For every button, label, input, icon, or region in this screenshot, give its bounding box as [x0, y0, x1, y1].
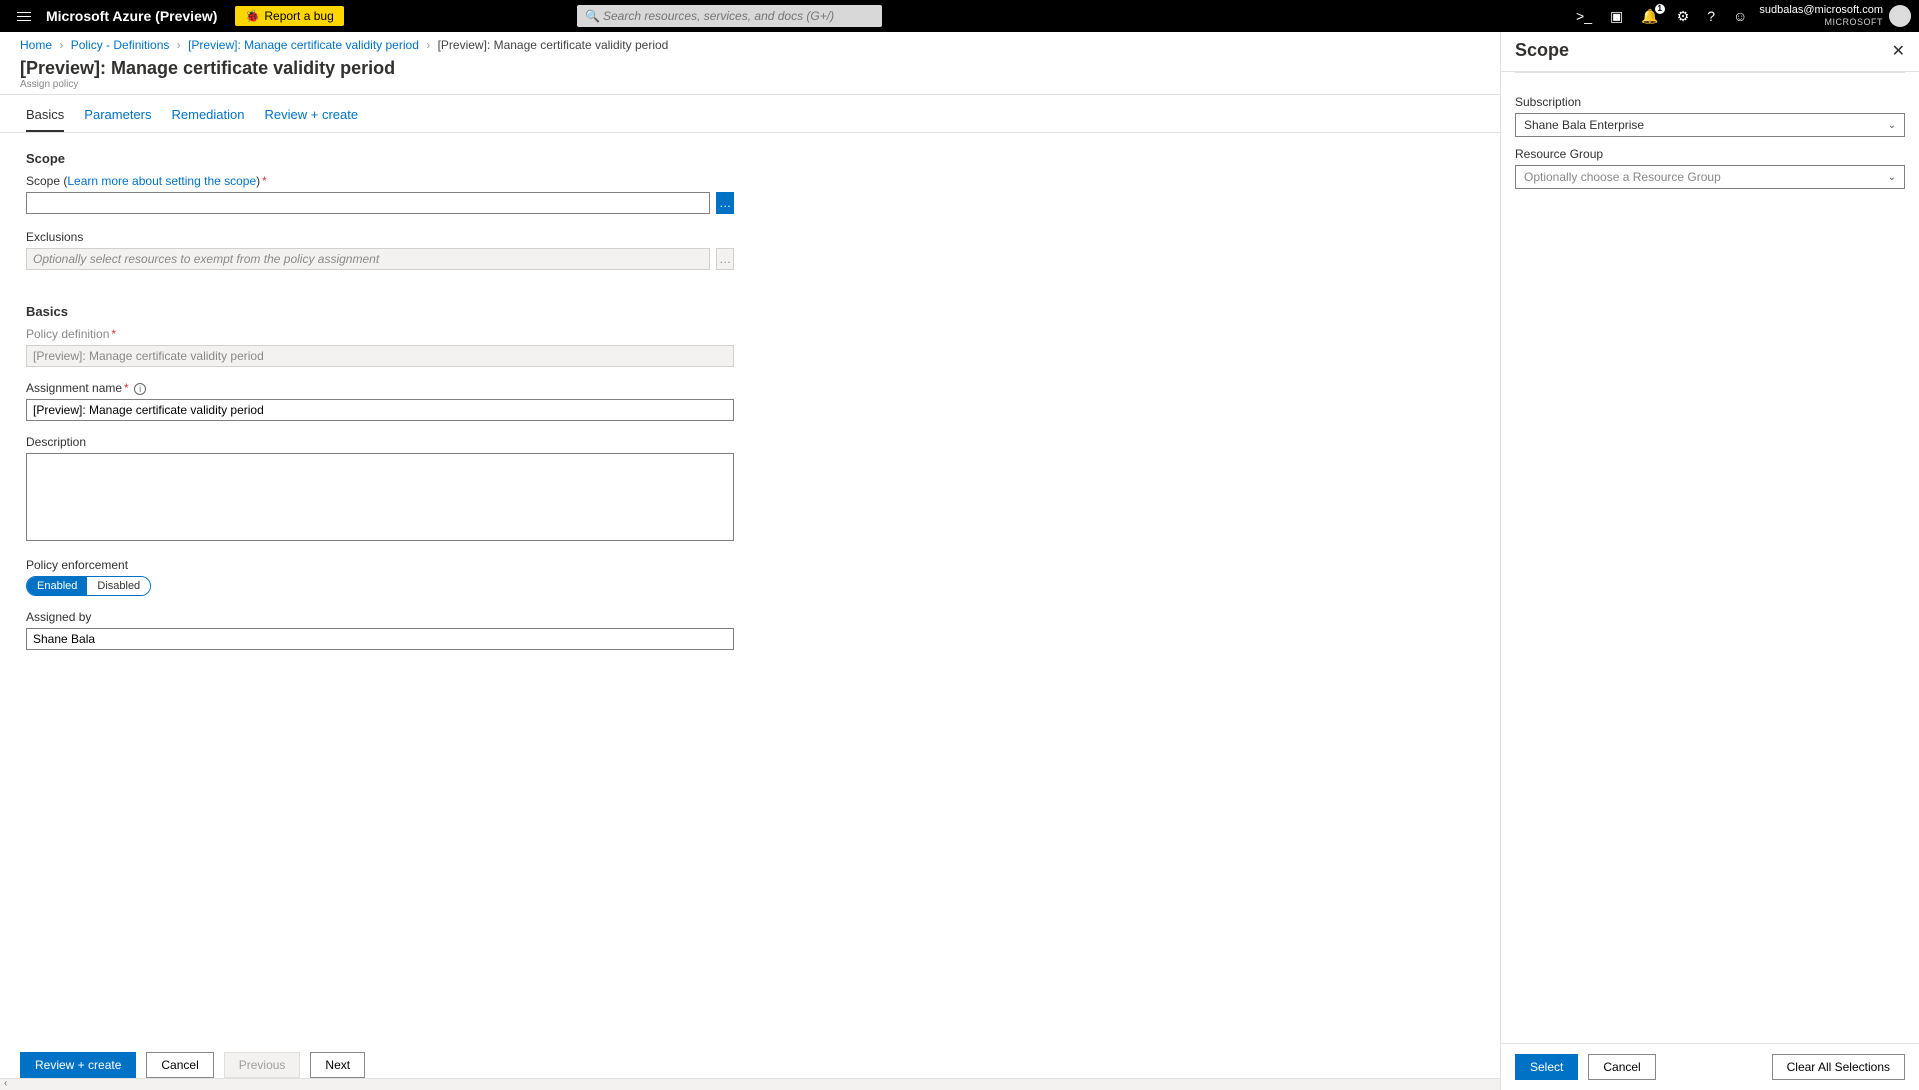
cloud-shell-icon[interactable]: >_	[1576, 8, 1592, 24]
brand-label: Microsoft Azure (Preview)	[46, 8, 217, 24]
subscription-label: Subscription	[1515, 95, 1905, 109]
description-label: Description	[26, 435, 734, 449]
breadcrumb-current: [Preview]: Manage certificate validity p…	[438, 38, 669, 52]
scope-panel-title: Scope	[1515, 40, 1569, 61]
exclusions-input	[26, 248, 710, 270]
scope-panel-footer: Select Cancel Clear All Selections	[1501, 1043, 1919, 1090]
description-input[interactable]	[26, 453, 734, 541]
resource-group-select[interactable]: Optionally choose a Resource Group ⌄	[1515, 165, 1905, 189]
bug-icon: 🐞	[245, 9, 260, 23]
required-marker: *	[124, 381, 129, 395]
report-bug-button[interactable]: 🐞 Report a bug	[235, 6, 343, 26]
enforcement-disabled[interactable]: Disabled	[87, 577, 150, 595]
breadcrumb-preview[interactable]: [Preview]: Manage certificate validity p…	[188, 38, 419, 52]
scope-panel-body: Subscription Shane Bala Enterprise ⌄ Res…	[1501, 73, 1919, 201]
breadcrumb-policy[interactable]: Policy - Definitions	[71, 38, 170, 52]
policy-definition-label: Policy definition*	[26, 327, 734, 341]
bug-label: Report a bug	[264, 9, 333, 23]
search-icon: 🔍	[585, 9, 600, 23]
resource-group-label: Resource Group	[1515, 147, 1905, 161]
required-marker: *	[262, 174, 267, 188]
scope-section-header: Scope	[26, 151, 734, 166]
close-icon[interactable]: ✕	[1892, 41, 1905, 61]
form-area: Scope Scope (Learn more about setting th…	[0, 133, 760, 664]
info-icon[interactable]: i	[134, 383, 146, 395]
breadcrumb-home[interactable]: Home	[20, 38, 52, 52]
top-bar: Microsoft Azure (Preview) 🐞 Report a bug…	[0, 0, 1919, 32]
scope-panel-header: Scope ✕	[1501, 32, 1919, 72]
top-icon-tray: >_ ▣ 🔔1 ⚙ ? ☺	[1576, 8, 1747, 25]
notifications-icon[interactable]: 🔔1	[1641, 8, 1658, 25]
horizontal-scrollbar[interactable]: ‹	[0, 1078, 1500, 1090]
previous-button: Previous	[224, 1052, 301, 1078]
scope-cancel-button[interactable]: Cancel	[1588, 1054, 1655, 1080]
chevron-right-icon: ›	[177, 38, 181, 52]
chevron-right-icon: ›	[59, 38, 63, 52]
enforcement-label: Policy enforcement	[26, 558, 734, 572]
enforcement-toggle[interactable]: Enabled Disabled	[26, 576, 151, 596]
required-marker: *	[111, 327, 116, 341]
scope-panel: Scope ✕ Subscription Shane Bala Enterpri…	[1500, 32, 1919, 1090]
scope-input[interactable]	[26, 192, 710, 214]
tab-basics[interactable]: Basics	[26, 107, 64, 132]
search-wrap: 🔍	[577, 5, 882, 27]
tenant-label: MICROSOFT	[1759, 17, 1883, 28]
chevron-down-icon: ⌄	[1888, 172, 1896, 183]
notification-badge: 1	[1655, 4, 1665, 14]
feedback-icon[interactable]: ☺	[1733, 8, 1747, 24]
next-button[interactable]: Next	[310, 1052, 365, 1078]
scroll-left-icon[interactable]: ‹	[4, 1078, 7, 1089]
review-create-button[interactable]: Review + create	[20, 1052, 136, 1078]
exclusions-label: Exclusions	[26, 230, 734, 244]
chevron-right-icon: ›	[426, 38, 430, 52]
scope-learn-more-link[interactable]: Learn more about setting the scope	[67, 174, 256, 188]
menu-icon[interactable]	[8, 12, 40, 21]
avatar[interactable]	[1889, 5, 1911, 27]
scope-select-button[interactable]: Select	[1515, 1054, 1578, 1080]
directory-icon[interactable]: ▣	[1610, 8, 1623, 25]
chevron-down-icon: ⌄	[1888, 120, 1896, 131]
tab-remediation[interactable]: Remediation	[172, 107, 245, 132]
help-icon[interactable]: ?	[1707, 8, 1715, 24]
subscription-select[interactable]: Shane Bala Enterprise ⌄	[1515, 113, 1905, 137]
settings-icon[interactable]: ⚙	[1677, 8, 1690, 25]
footer-bar: Review + create Cancel Previous Next	[20, 1052, 365, 1078]
tab-review-create[interactable]: Review + create	[265, 107, 359, 132]
exclusions-picker-button: …	[716, 248, 734, 270]
scope-picker-button[interactable]: …	[716, 192, 734, 214]
assigned-by-input[interactable]	[26, 628, 734, 650]
enforcement-enabled[interactable]: Enabled	[27, 577, 87, 595]
user-email: sudbalas@microsoft.com	[1759, 4, 1883, 17]
assignment-name-label: Assignment name* i	[26, 381, 734, 395]
assigned-by-label: Assigned by	[26, 610, 734, 624]
policy-definition-input	[26, 345, 734, 367]
user-block[interactable]: sudbalas@microsoft.com MICROSOFT	[1759, 4, 1883, 28]
resource-group-placeholder: Optionally choose a Resource Group	[1524, 170, 1721, 184]
basics-section-header: Basics	[26, 304, 734, 319]
tab-parameters[interactable]: Parameters	[84, 107, 151, 132]
subscription-value: Shane Bala Enterprise	[1524, 118, 1644, 132]
cancel-button[interactable]: Cancel	[146, 1052, 213, 1078]
scope-label: Scope (Learn more about setting the scop…	[26, 174, 734, 188]
assignment-name-input[interactable]	[26, 399, 734, 421]
search-input[interactable]	[577, 5, 882, 27]
clear-selections-button[interactable]: Clear All Selections	[1772, 1054, 1905, 1080]
